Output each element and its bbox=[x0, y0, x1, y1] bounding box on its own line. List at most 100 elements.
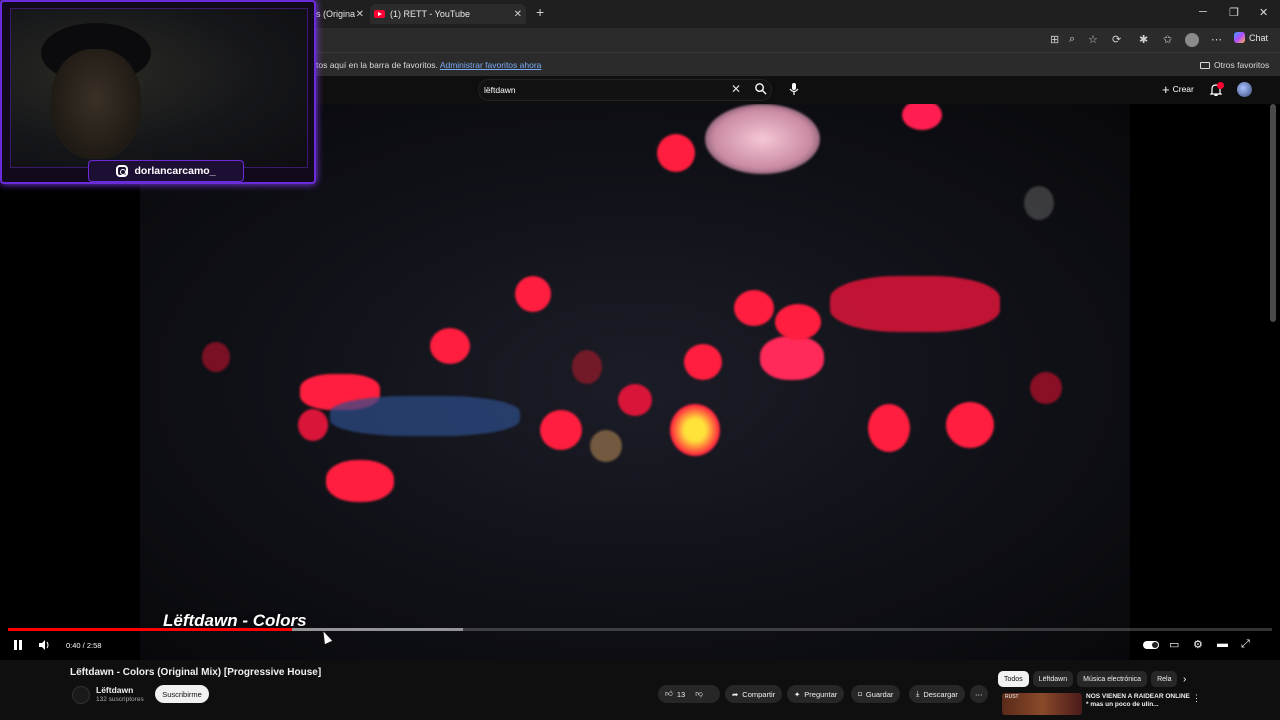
channel-name[interactable]: Lëftdawn bbox=[96, 685, 133, 695]
bokeh-light bbox=[670, 404, 720, 456]
copilot-chat-button[interactable]: Chat bbox=[1234, 32, 1268, 43]
folder-icon bbox=[1200, 61, 1210, 69]
bokeh-light bbox=[775, 304, 821, 340]
tab-label: s (Origina bbox=[316, 9, 356, 19]
bokeh-light bbox=[540, 410, 582, 450]
close-window-icon[interactable]: ✕ bbox=[1259, 6, 1268, 19]
played-bar bbox=[8, 628, 293, 631]
like-count[interactable]: 13 bbox=[677, 690, 685, 699]
instagram-icon bbox=[116, 165, 129, 177]
search-icon[interactable] bbox=[754, 82, 767, 95]
video-player[interactable] bbox=[0, 104, 1280, 660]
browser-profile-icon[interactable] bbox=[1185, 33, 1199, 47]
instagram-handle: dorlancarcamo_ bbox=[134, 165, 216, 177]
webcam-overlay: dorlancarcamo_ bbox=[0, 0, 316, 184]
manage-favorites-link[interactable]: Administrar favoritos ahora bbox=[440, 60, 542, 70]
maximize-icon[interactable]: ❐ bbox=[1229, 6, 1239, 19]
clear-search-icon[interactable]: ✕ bbox=[731, 82, 741, 96]
create-button[interactable]: + Crear bbox=[1162, 81, 1194, 97]
video-title: Lëftdawn - Colors (Original Mix) [Progre… bbox=[70, 667, 322, 678]
bokeh-light bbox=[684, 344, 722, 380]
more-actions-button[interactable]: ⋯ bbox=[970, 685, 988, 703]
search-box[interactable] bbox=[478, 79, 772, 101]
microphone-icon[interactable] bbox=[787, 81, 801, 97]
share-icon: ➦ bbox=[732, 689, 739, 699]
bokeh-light bbox=[618, 384, 652, 416]
plus-icon: + bbox=[1162, 81, 1170, 97]
share-button[interactable]: ➦ Compartir bbox=[725, 685, 783, 703]
webcam-person-face bbox=[51, 49, 141, 159]
save-label: Guardar bbox=[865, 689, 894, 699]
bokeh-light bbox=[1030, 372, 1062, 404]
app-icon[interactable]: ⊞ bbox=[1050, 33, 1059, 46]
browser-tab-youtube[interactable]: (1) RETT - YouTube ✕ bbox=[370, 4, 526, 24]
like-dislike-group: 👍︎ 13 👎︎ bbox=[658, 685, 720, 703]
create-label: Crear bbox=[1172, 84, 1194, 94]
bokeh-light bbox=[868, 404, 910, 452]
recommended-title[interactable]: NOS VIENEN A RAIDEAR ONLINE * mas un poc… bbox=[1086, 693, 1190, 709]
bokeh-light bbox=[430, 328, 470, 364]
notification-badge bbox=[1217, 82, 1224, 89]
ask-button[interactable]: ✦ Preguntar bbox=[787, 685, 845, 703]
bokeh-light bbox=[326, 460, 394, 502]
minimize-icon[interactable]: ─ bbox=[1199, 6, 1207, 18]
bokeh-light bbox=[946, 402, 994, 448]
fullscreen-icon[interactable]: ⤢ bbox=[1241, 638, 1250, 651]
other-favorites-label: Otros favoritos bbox=[1214, 60, 1270, 70]
zoom-icon[interactable]: ⌕ bbox=[1069, 33, 1075, 46]
bokeh-light bbox=[298, 409, 328, 441]
webcam-feed bbox=[10, 8, 308, 168]
new-tab-button[interactable]: + bbox=[536, 4, 544, 20]
subscribe-button[interactable]: Suscribirme bbox=[155, 685, 209, 703]
favorite-star-icon[interactable]: ☆ bbox=[1088, 33, 1098, 46]
autoplay-toggle[interactable] bbox=[1143, 641, 1159, 649]
download-label: Descargar bbox=[923, 689, 958, 699]
recommended-thumbnail[interactable]: RUST bbox=[1002, 693, 1082, 715]
bokeh-light bbox=[760, 336, 824, 380]
volume-icon[interactable] bbox=[38, 639, 50, 651]
chip-related[interactable]: Rela bbox=[1151, 671, 1178, 687]
instagram-handle-bar: dorlancarcamo_ bbox=[88, 160, 244, 182]
progress-bar[interactable] bbox=[8, 628, 1272, 631]
like-icon[interactable]: 👍︎ bbox=[665, 689, 673, 699]
chip-electronic[interactable]: Música electrónica bbox=[1077, 671, 1148, 687]
bokeh-light bbox=[202, 342, 230, 372]
dislike-icon[interactable]: 👎︎ bbox=[695, 689, 703, 699]
sparkle-icon: ✦ bbox=[794, 689, 801, 699]
settings-gear-icon[interactable]: ⚙ bbox=[1193, 638, 1203, 651]
close-tab-icon[interactable]: ✕ bbox=[514, 9, 522, 20]
bokeh-light bbox=[590, 430, 622, 462]
bookmark-icon: ⌑ bbox=[858, 689, 862, 699]
download-button[interactable]: ⤓ Descargar bbox=[909, 685, 965, 703]
page-scrollbar[interactable] bbox=[1270, 104, 1276, 322]
other-favorites-button[interactable]: Otros favoritos bbox=[1200, 60, 1269, 70]
recommended-more-icon[interactable]: ⋮ bbox=[1192, 693, 1201, 704]
extensions-icon[interactable]: ✱ bbox=[1139, 33, 1148, 46]
thumbnail-text: RUST bbox=[1005, 694, 1019, 700]
save-button[interactable]: ⌑ Guardar bbox=[851, 685, 901, 703]
bokeh-light bbox=[734, 290, 774, 326]
chat-label: Chat bbox=[1249, 32, 1269, 43]
user-avatar[interactable] bbox=[1237, 82, 1252, 97]
refresh-extension-icon[interactable]: ⟳ bbox=[1112, 33, 1121, 46]
browser-tab-1[interactable]: s (Origina ✕ bbox=[316, 4, 368, 24]
search-input[interactable]: lëftdawn bbox=[484, 85, 516, 95]
theater-mode-icon[interactable]: ▬ bbox=[1217, 638, 1228, 650]
tab-label: (1) RETT - YouTube bbox=[390, 9, 471, 19]
download-icon: ⤓ bbox=[916, 689, 920, 698]
chip-all[interactable]: Todos bbox=[998, 671, 1029, 687]
chevron-right-icon[interactable]: › bbox=[1183, 674, 1186, 685]
bokeh-light bbox=[515, 276, 551, 312]
subtitles-icon[interactable]: ▭ bbox=[1169, 638, 1179, 651]
pause-button[interactable] bbox=[14, 640, 23, 650]
more-icon: ⋯ bbox=[975, 689, 983, 699]
chip-leftdawn[interactable]: Lëftdawn bbox=[1032, 671, 1074, 687]
filter-chips: Todos Lëftdawn Música electrónica Rela bbox=[998, 671, 1178, 687]
bokeh-light bbox=[330, 396, 520, 436]
bokeh-light bbox=[572, 350, 602, 384]
bokeh-light bbox=[902, 104, 942, 130]
more-menu-icon[interactable]: ⋯ bbox=[1211, 33, 1222, 46]
favorites-icon[interactable]: ✩ bbox=[1163, 33, 1172, 46]
close-tab-icon[interactable]: ✕ bbox=[356, 9, 364, 20]
channel-avatar[interactable] bbox=[72, 686, 90, 704]
